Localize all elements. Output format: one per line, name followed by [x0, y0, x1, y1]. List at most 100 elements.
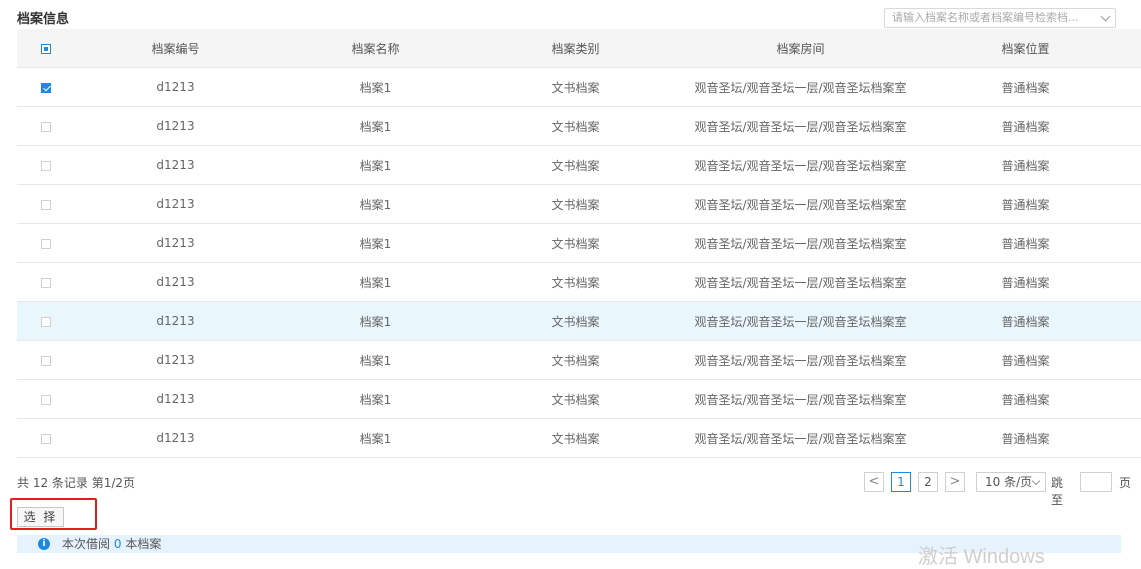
page-size-select[interactable]: 10 条/页 — [976, 472, 1046, 492]
cell-archive-number: d1213 — [156, 119, 195, 133]
row-checkbox[interactable] — [41, 394, 51, 405]
notice-count: 0 — [113, 537, 122, 551]
header-archive-category[interactable]: 档案类别 — [475, 40, 676, 57]
cell-archive-room: 观音圣坛/观音圣坛一层/观音圣坛档案室 — [694, 236, 907, 251]
cell-archive-number: d1213 — [156, 80, 195, 94]
row-checkbox[interactable] — [41, 316, 51, 327]
cell-archive-name: 档案1 — [359, 314, 392, 329]
cell-archive-location: 普通档案 — [1001, 119, 1050, 134]
page-unit-label: 页 — [1119, 476, 1132, 490]
cell-archive-location: 普通档案 — [1001, 158, 1050, 173]
cell-archive-location: 普通档案 — [1001, 80, 1050, 95]
row-checkbox[interactable] — [41, 160, 51, 171]
cell-archive-location: 普通档案 — [1001, 236, 1050, 251]
select-all-checkbox[interactable] — [41, 43, 51, 54]
row-checkbox[interactable] — [41, 121, 51, 132]
row-checkbox[interactable] — [41, 82, 51, 93]
cell-archive-category: 文书档案 — [551, 314, 600, 329]
jump-page-input[interactable] — [1080, 472, 1112, 492]
cell-archive-location: 普通档案 — [1001, 392, 1050, 407]
cell-archive-room: 观音圣坛/观音圣坛一层/观音圣坛档案室 — [694, 197, 907, 212]
table-row[interactable]: d1213 档案1 文书档案 观音圣坛/观音圣坛一层/观音圣坛档案室 普通档案 — [17, 224, 1141, 263]
cell-archive-category: 文书档案 — [551, 80, 600, 95]
row-checkbox[interactable] — [41, 199, 51, 210]
chevron-down-icon[interactable] — [1100, 11, 1111, 22]
table-row[interactable]: d1213 档案1 文书档案 观音圣坛/观音圣坛一层/观音圣坛档案室 普通档案 — [17, 380, 1141, 419]
table-row[interactable]: d1213 档案1 文书档案 观音圣坛/观音圣坛一层/观音圣坛档案室 普通档案 — [17, 68, 1141, 107]
row-checkbox[interactable] — [41, 355, 51, 366]
cell-archive-name: 档案1 — [359, 353, 392, 368]
cell-archive-category: 文书档案 — [551, 158, 600, 173]
table-row[interactable]: d1213 档案1 文书档案 观音圣坛/观音圣坛一层/观音圣坛档案室 普通档案 — [17, 341, 1141, 380]
cell-archive-category: 文书档案 — [551, 275, 600, 290]
table-row[interactable]: d1213 档案1 文书档案 观音圣坛/观音圣坛一层/观音圣坛档案室 普通档案 — [17, 302, 1141, 341]
cell-archive-category: 文书档案 — [551, 236, 600, 251]
page-size-label: 10 条/页 — [985, 475, 1033, 489]
cell-archive-room: 观音圣坛/观音圣坛一层/观音圣坛档案室 — [694, 353, 907, 368]
select-button-highlight: 选 择 — [10, 498, 97, 530]
cell-archive-name: 档案1 — [359, 392, 392, 407]
table-row[interactable]: d1213 档案1 文书档案 观音圣坛/观音圣坛一层/观音圣坛档案室 普通档案 — [17, 185, 1141, 224]
cell-archive-room: 观音圣坛/观音圣坛一层/观音圣坛档案室 — [694, 80, 907, 95]
row-checkbox[interactable] — [41, 433, 51, 444]
record-summary: 共 12 条记录 第1/2页 — [17, 476, 136, 490]
cell-archive-category: 文书档案 — [551, 197, 600, 212]
windows-activation-watermark: 激活 Windows — [918, 546, 1045, 568]
cell-archive-number: d1213 — [156, 353, 195, 367]
cell-archive-category: 文书档案 — [551, 431, 600, 446]
archive-table: 档案编号 档案名称 档案类别 档案房间 档案位置 d1213 档案1 文书档案 观音圣… — [17, 29, 1141, 458]
cell-archive-name: 档案1 — [359, 197, 392, 212]
table-row[interactable]: d1213 档案1 文书档案 观音圣坛/观音圣坛一层/观音圣坛档案室 普通档案 — [17, 263, 1141, 302]
cell-archive-name: 档案1 — [359, 431, 392, 446]
cell-archive-number: d1213 — [156, 236, 195, 250]
header-archive-location[interactable]: 档案位置 — [925, 40, 1126, 57]
table-row[interactable]: d1213 档案1 文书档案 观音圣坛/观音圣坛一层/观音圣坛档案室 普通档案 — [17, 419, 1141, 458]
cell-archive-number: d1213 — [156, 392, 195, 406]
cell-archive-location: 普通档案 — [1001, 314, 1050, 329]
search-input[interactable]: 请输入档案名称或者档案编号检索档... — [884, 8, 1116, 28]
notice-suffix: 本档案 — [125, 537, 162, 551]
cell-archive-name: 档案1 — [359, 80, 392, 95]
page-button-1[interactable]: 1 — [891, 472, 911, 492]
cell-archive-room: 观音圣坛/观音圣坛一层/观音圣坛档案室 — [694, 431, 907, 446]
row-checkbox[interactable] — [41, 238, 51, 249]
cell-archive-number: d1213 — [156, 158, 195, 172]
page-button-2[interactable]: 2 — [918, 472, 938, 492]
cell-archive-number: d1213 — [156, 431, 195, 445]
header-archive-number[interactable]: 档案编号 — [75, 40, 276, 57]
header-archive-name[interactable]: 档案名称 — [276, 40, 475, 57]
table-body: d1213 档案1 文书档案 观音圣坛/观音圣坛一层/观音圣坛档案室 普通档案 d1213… — [17, 68, 1141, 458]
cell-archive-room: 观音圣坛/观音圣坛一层/观音圣坛档案室 — [694, 275, 907, 290]
cell-archive-number: d1213 — [156, 275, 195, 289]
chevron-down-icon — [1031, 476, 1041, 486]
cell-archive-category: 文书档案 — [551, 353, 600, 368]
cell-archive-room: 观音圣坛/观音圣坛一层/观音圣坛档案室 — [694, 158, 907, 173]
next-page-button[interactable]: > — [945, 472, 965, 492]
prev-page-button[interactable]: < — [864, 472, 884, 492]
cell-archive-location: 普通档案 — [1001, 197, 1050, 212]
cell-archive-category: 文书档案 — [551, 392, 600, 407]
cell-archive-room: 观音圣坛/观音圣坛一层/观音圣坛档案室 — [694, 392, 907, 407]
header-archive-room[interactable]: 档案房间 — [676, 40, 925, 57]
cell-archive-name: 档案1 — [359, 158, 392, 173]
section-title: 档案信息 — [17, 12, 70, 27]
cell-archive-category: 文书档案 — [551, 119, 600, 134]
cell-archive-location: 普通档案 — [1001, 431, 1050, 446]
notice-prefix: 本次借阅 — [62, 537, 111, 551]
cell-archive-room: 观音圣坛/观音圣坛一层/观音圣坛档案室 — [694, 314, 907, 329]
cell-archive-name: 档案1 — [359, 275, 392, 290]
table-header: 档案编号 档案名称 档案类别 档案房间 档案位置 — [17, 29, 1141, 68]
cell-archive-number: d1213 — [156, 314, 195, 328]
table-row[interactable]: d1213 档案1 文书档案 观音圣坛/观音圣坛一层/观音圣坛档案室 普通档案 — [17, 107, 1141, 146]
cell-archive-name: 档案1 — [359, 119, 392, 134]
jump-label: 跳至 — [1051, 476, 1064, 507]
cell-archive-room: 观音圣坛/观音圣坛一层/观音圣坛档案室 — [694, 119, 907, 134]
cell-archive-location: 普通档案 — [1001, 275, 1050, 290]
select-button[interactable]: 选 择 — [17, 507, 64, 527]
search-placeholder: 请输入档案名称或者档案编号检索档... — [892, 11, 1079, 24]
cell-archive-name: 档案1 — [359, 236, 392, 251]
table-row[interactable]: d1213 档案1 文书档案 观音圣坛/观音圣坛一层/观音圣坛档案室 普通档案 — [17, 146, 1141, 185]
info-icon: i — [38, 538, 50, 550]
cell-archive-location: 普通档案 — [1001, 353, 1050, 368]
row-checkbox[interactable] — [41, 277, 51, 288]
